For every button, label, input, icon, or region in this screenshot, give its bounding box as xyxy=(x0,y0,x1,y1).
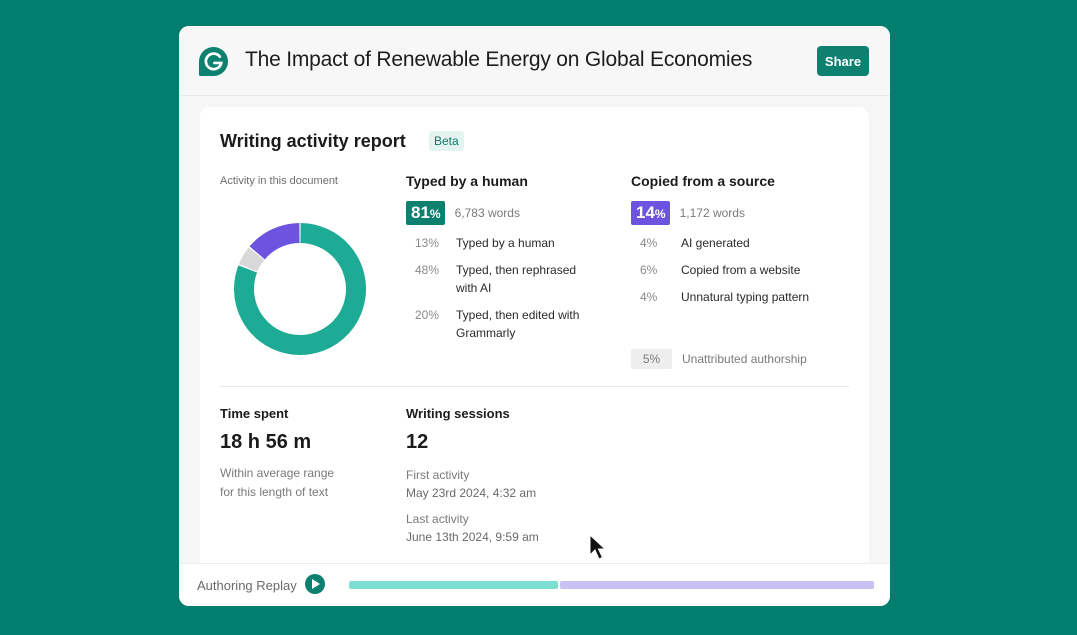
percent-sign: % xyxy=(654,207,666,221)
activity-label: Activity in this document xyxy=(220,175,338,187)
list-item: 6% Copied from a website xyxy=(631,261,861,279)
sessions-heading: Writing sessions xyxy=(406,406,510,421)
percent-sign: % xyxy=(429,207,441,221)
item-label: Typed by a human xyxy=(456,236,555,250)
item-label: Typed, then edited with Grammarly xyxy=(456,308,580,340)
copied-word-count: 1,172 words xyxy=(679,206,745,220)
writing-activity-report: Writing activity report Beta Activity in… xyxy=(200,107,869,577)
item-percent: 4% xyxy=(640,236,658,250)
play-icon xyxy=(312,579,320,589)
donut-segment-copied-from-a-source xyxy=(249,223,301,260)
replay-timeline[interactable] xyxy=(349,581,874,589)
copied-percent-value: 14 xyxy=(636,203,655,222)
authoring-replay-bar: Authoring Replay xyxy=(179,563,890,606)
time-spent-heading: Time spent xyxy=(220,406,289,421)
note-line: for this length of text xyxy=(220,485,329,499)
item-percent: 20% xyxy=(415,308,440,322)
time-spent-section: Time spent 18 h 56 m Within average rang… xyxy=(220,406,380,502)
item-percent: 13% xyxy=(415,236,440,250)
last-activity-label: Last activity xyxy=(406,512,469,526)
list-item: 4% Unnatural typing pattern xyxy=(631,288,861,306)
grammarly-logo-icon xyxy=(198,46,229,77)
copied-percent-badge: 14% xyxy=(631,201,670,225)
item-percent: 4% xyxy=(640,290,658,304)
first-activity-value: May 23rd 2024, 4:32 am xyxy=(406,486,537,500)
human-percent-value: 81 xyxy=(411,203,430,222)
document-header: The Impact of Renewable Energy on Global… xyxy=(179,26,890,96)
play-button[interactable] xyxy=(305,574,325,594)
copied-heading: Copied from a source xyxy=(631,173,775,189)
human-percent-badge: 81% xyxy=(406,201,445,225)
item-label: AI generated xyxy=(681,236,750,250)
list-item: 48% Typed, then rephrased with AI xyxy=(406,261,616,297)
timeline-segment-other[interactable] xyxy=(560,581,874,589)
list-item: 13% Typed by a human xyxy=(406,234,616,252)
unattributed-row: 5% Unattributed authorship xyxy=(631,349,807,369)
activity-donut-chart xyxy=(234,223,366,355)
last-activity-value: June 13th 2024, 9:59 am xyxy=(406,530,539,544)
donut-segment-unattributed-authorship xyxy=(238,247,265,272)
list-item: 20% Typed, then edited with Grammarly xyxy=(406,306,616,342)
share-button[interactable]: Share xyxy=(817,46,869,76)
sessions-count: 12 xyxy=(406,431,429,453)
beta-badge: Beta xyxy=(429,131,464,151)
item-label: Copied from a website xyxy=(681,263,801,277)
item-percent: 6% xyxy=(640,263,658,277)
item-label: Typed, then rephrased with AI xyxy=(456,263,577,295)
report-title: Writing activity report xyxy=(220,131,406,151)
item-label: Unnatural typing pattern xyxy=(681,290,810,304)
authoring-replay-label: Authoring Replay xyxy=(197,578,297,593)
unattributed-percent: 5% xyxy=(631,349,672,369)
mouse-cursor-icon xyxy=(589,533,607,560)
timeline-segment-typed[interactable] xyxy=(349,581,559,589)
item-percent: 48% xyxy=(415,263,440,277)
typed-by-human-heading: Typed by a human xyxy=(406,173,528,189)
time-spent-value: 18 h 56 m xyxy=(220,431,312,453)
unattributed-label: Unattributed authorship xyxy=(682,352,807,366)
writing-sessions-section: Writing sessions 12 First activity May 2… xyxy=(406,406,606,546)
first-activity-label: First activity xyxy=(406,468,470,482)
human-word-count: 6,783 words xyxy=(454,206,520,220)
list-item: 4% AI generated xyxy=(631,234,861,252)
document-title: The Impact of Renewable Energy on Global… xyxy=(245,48,753,71)
copied-from-source-section: Copied from a source 14% 1,172 words 4% … xyxy=(631,173,861,306)
typed-by-human-section: Typed by a human 81% 6,783 words 13% Typ… xyxy=(406,173,616,342)
document-window: The Impact of Renewable Energy on Global… xyxy=(179,26,890,606)
note-line: Within average range xyxy=(220,466,335,480)
section-divider xyxy=(220,386,849,387)
time-spent-note: Within average range for this length of … xyxy=(220,464,380,502)
